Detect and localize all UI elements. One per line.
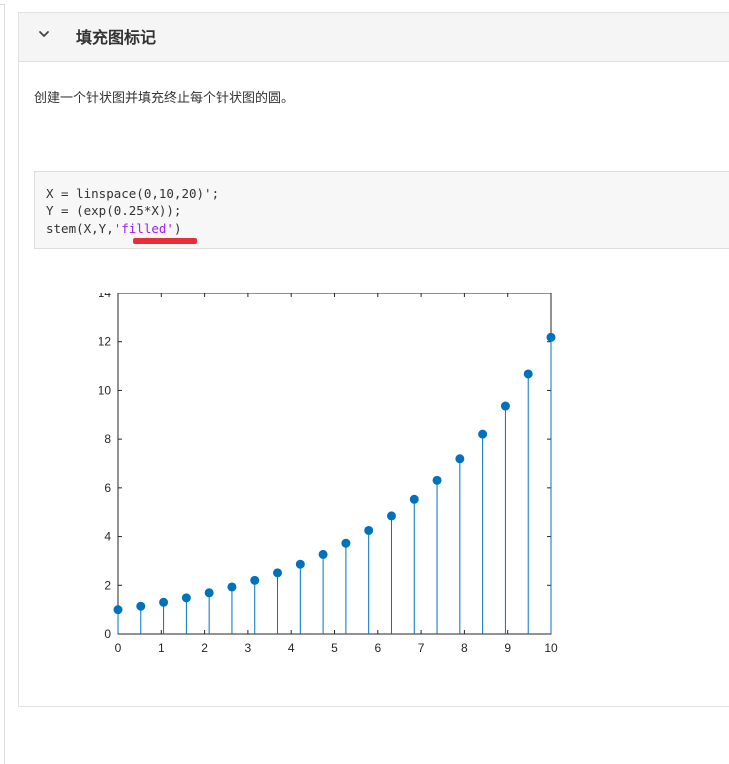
code-line-2: Y = (exp(0.25*X)); [46, 203, 182, 218]
stem-marker [273, 568, 283, 578]
y-tick-label: 14 [99, 293, 111, 300]
y-tick-label: 6 [104, 481, 111, 495]
stem-marker [478, 429, 488, 439]
x-tick-label: 7 [418, 641, 425, 655]
code-string-filled: 'filled' [113, 221, 174, 236]
code-line-3: stem(X,Y,'filled') [46, 220, 181, 237]
y-tick-label: 10 [99, 383, 111, 397]
stem-marker [523, 369, 533, 379]
stem-marker [546, 332, 556, 342]
code-line-3-prefix: stem(X,Y, [46, 221, 114, 236]
stem-marker [250, 575, 260, 585]
highlight-underline [133, 238, 197, 244]
code-block: X = linspace(0,10,20)'; Y = (exp(0.25*X)… [34, 171, 729, 249]
y-tick-label: 2 [104, 578, 111, 592]
stem-plot-svg: 0 1 2 3 4 5 6 7 8 9 1002468101214 [99, 293, 558, 655]
x-tick-label: 5 [331, 641, 338, 655]
stem-marker [409, 494, 419, 504]
panel-header[interactable]: 填充图标记 [19, 13, 729, 62]
stem-marker [113, 605, 123, 615]
axes-frame [117, 293, 552, 635]
stem-marker [500, 401, 510, 411]
stem-marker [432, 475, 442, 485]
y-tick-label: 4 [104, 530, 111, 544]
panel-title: 填充图标记 [76, 28, 157, 47]
stem-marker [455, 454, 465, 464]
stem-marker [159, 597, 169, 607]
stem-marker [295, 559, 305, 569]
x-tick-label: 9 [504, 641, 511, 655]
example-panel: 填充图标记 创建一个针状图并填充终止每个针状图的圆。 X = linspace(… [18, 12, 729, 707]
stem-marker [341, 538, 351, 548]
x-tick-label: 3 [245, 641, 252, 655]
x-tick-label: 6 [374, 641, 381, 655]
stem-marker [181, 593, 191, 603]
stem-marker [136, 601, 146, 611]
y-tick-label: 8 [104, 432, 111, 446]
x-tick-label: 4 [288, 641, 295, 655]
stem-marker [227, 582, 237, 592]
stem-marker [386, 511, 396, 521]
x-tick-label: 8 [461, 641, 468, 655]
code-line-1: X = linspace(0,10,20)'; [46, 186, 220, 201]
stem-marker [204, 588, 214, 598]
x-tick-label: 10 [544, 641, 558, 655]
x-tick-label: 1 [158, 641, 165, 655]
y-tick-label: 12 [99, 335, 111, 349]
stem-plot: 0 1 2 3 4 5 6 7 8 9 10 0 2 4 6 8 10 12 14 [99, 293, 589, 673]
x-tick-label: 0 [115, 641, 122, 655]
stem-marker [318, 549, 328, 559]
x-tick-label: 2 [201, 641, 208, 655]
stem-marker [364, 525, 374, 535]
code-line-3-suffix: ) [173, 221, 182, 236]
chevron-down-icon[interactable] [37, 27, 51, 41]
description-text: 创建一个针状图并填充终止每个针状图的圆。 [34, 91, 295, 106]
y-tick-label: 0 [104, 627, 111, 641]
